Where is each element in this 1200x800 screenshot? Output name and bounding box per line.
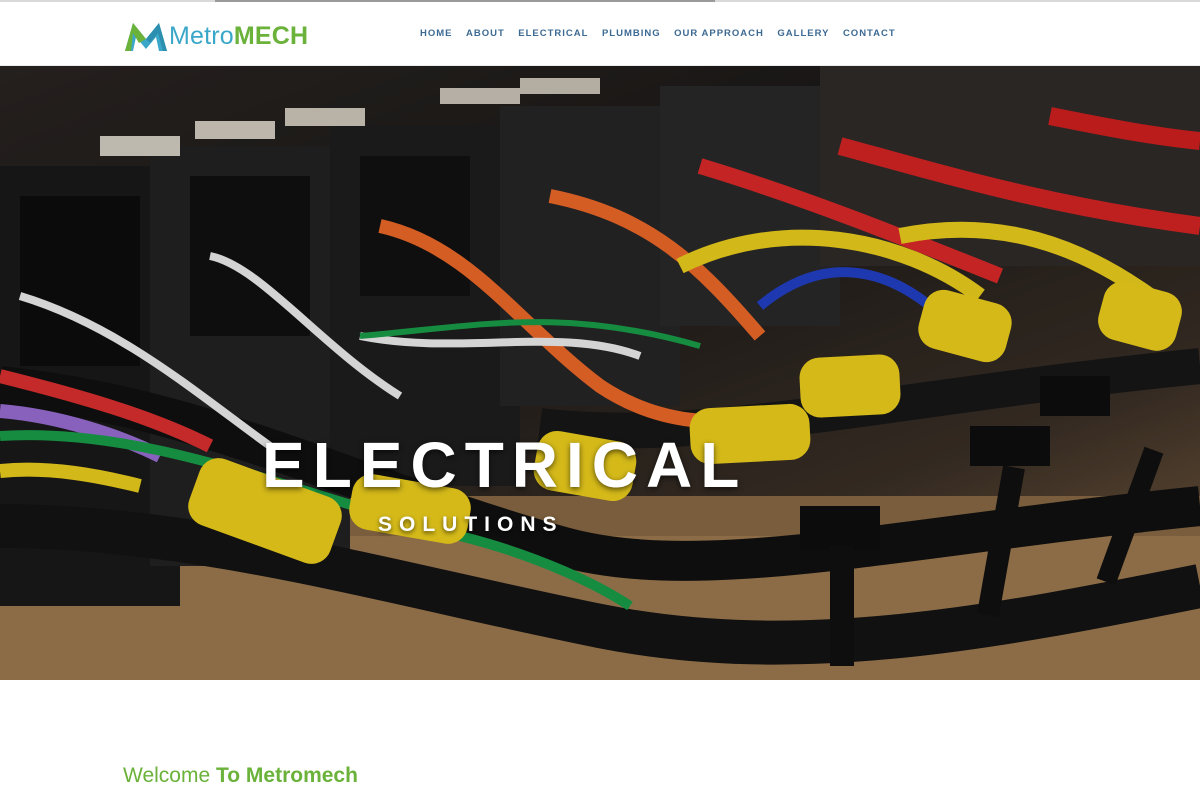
brand-name: MetroMECH: [169, 22, 309, 50]
hero-subtitle: SOLUTIONS: [378, 513, 564, 536]
nav-plumbing[interactable]: PLUMBING: [602, 28, 661, 39]
nav-about[interactable]: ABOUT: [466, 28, 505, 39]
nav-electrical[interactable]: ELECTRICAL: [518, 28, 588, 39]
nav-our-approach[interactable]: OUR APPROACH: [674, 28, 764, 39]
nav-gallery[interactable]: GALLERY: [777, 28, 829, 39]
site-header: MetroMECH HOME ABOUT ELECTRICAL PLUMBING…: [0, 2, 1200, 66]
hero-title: ELECTRICAL: [262, 429, 748, 501]
nav-home[interactable]: HOME: [420, 28, 453, 39]
metromech-logo-icon: [125, 23, 167, 51]
hero-wires-image: [0, 66, 1200, 680]
main-nav: HOME ABOUT ELECTRICAL PLUMBING OUR APPRO…: [420, 28, 909, 39]
welcome-heading-bold: To Metromech: [215, 764, 358, 787]
brand-logo[interactable]: MetroMECH: [123, 19, 308, 53]
welcome-heading: Welcome To Metromech: [123, 764, 358, 788]
nav-contact[interactable]: CONTACT: [843, 28, 896, 39]
hero-banner: ELECTRICAL SOLUTIONS: [0, 66, 1200, 680]
welcome-heading-light: Welcome: [123, 764, 211, 787]
